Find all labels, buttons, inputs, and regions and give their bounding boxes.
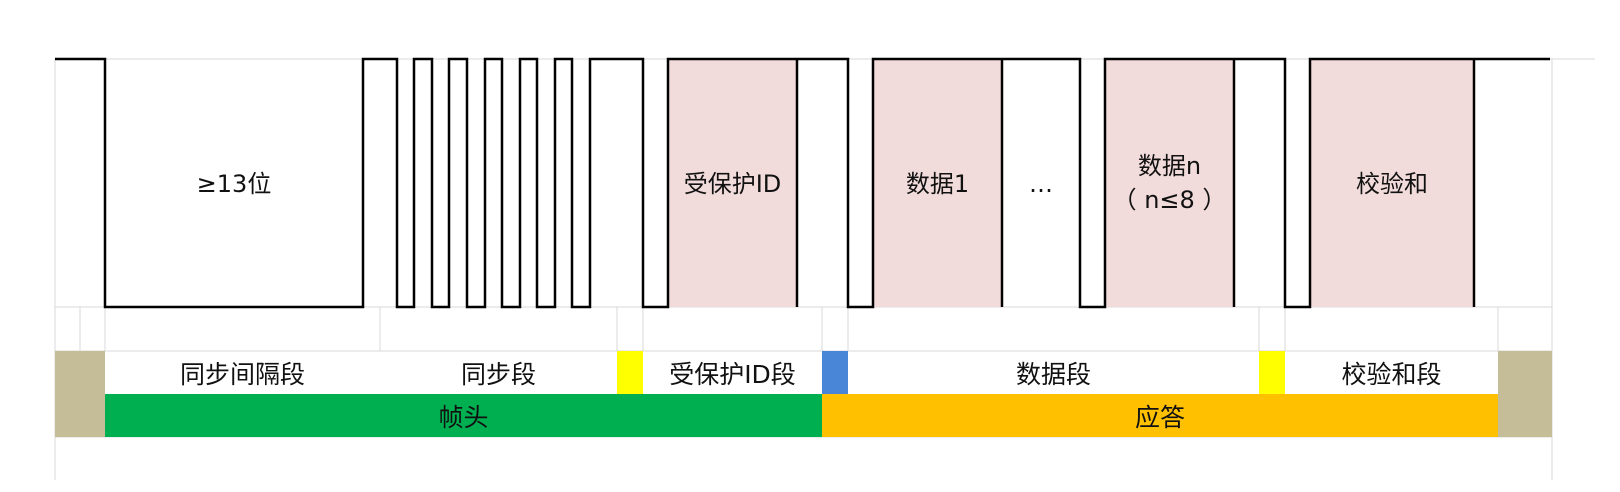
data1-label: 数据1 bbox=[905, 170, 970, 198]
datan-note: （ n≤8 ） bbox=[1112, 186, 1227, 214]
blue-gap bbox=[822, 351, 848, 394]
yellow-gap-2 bbox=[1259, 351, 1285, 394]
break-field-label: 同步间隔段 bbox=[179, 359, 305, 389]
left-edge-block bbox=[55, 351, 105, 437]
break-length-label: ≥13位 bbox=[196, 170, 272, 198]
yellow-gap-1 bbox=[617, 351, 643, 394]
datan-title: 数据n bbox=[1137, 152, 1202, 180]
sync-field-label: 同步段 bbox=[460, 359, 536, 389]
ellipsis-label: … bbox=[1029, 170, 1053, 198]
right-edge-block bbox=[1498, 351, 1552, 437]
pid-field-label: 受保护ID段 bbox=[669, 359, 796, 389]
data-field-label: 数据段 bbox=[1015, 359, 1091, 389]
response-label: 应答 bbox=[1134, 402, 1185, 432]
checksum-label: 校验和 bbox=[1356, 170, 1428, 198]
header-label: 帧头 bbox=[438, 402, 489, 432]
datan-label: 数据n （ n≤8 ） bbox=[1105, 147, 1234, 219]
pid-label: 受保护ID bbox=[683, 170, 782, 198]
checksum-field-label: 校验和段 bbox=[1341, 359, 1442, 389]
